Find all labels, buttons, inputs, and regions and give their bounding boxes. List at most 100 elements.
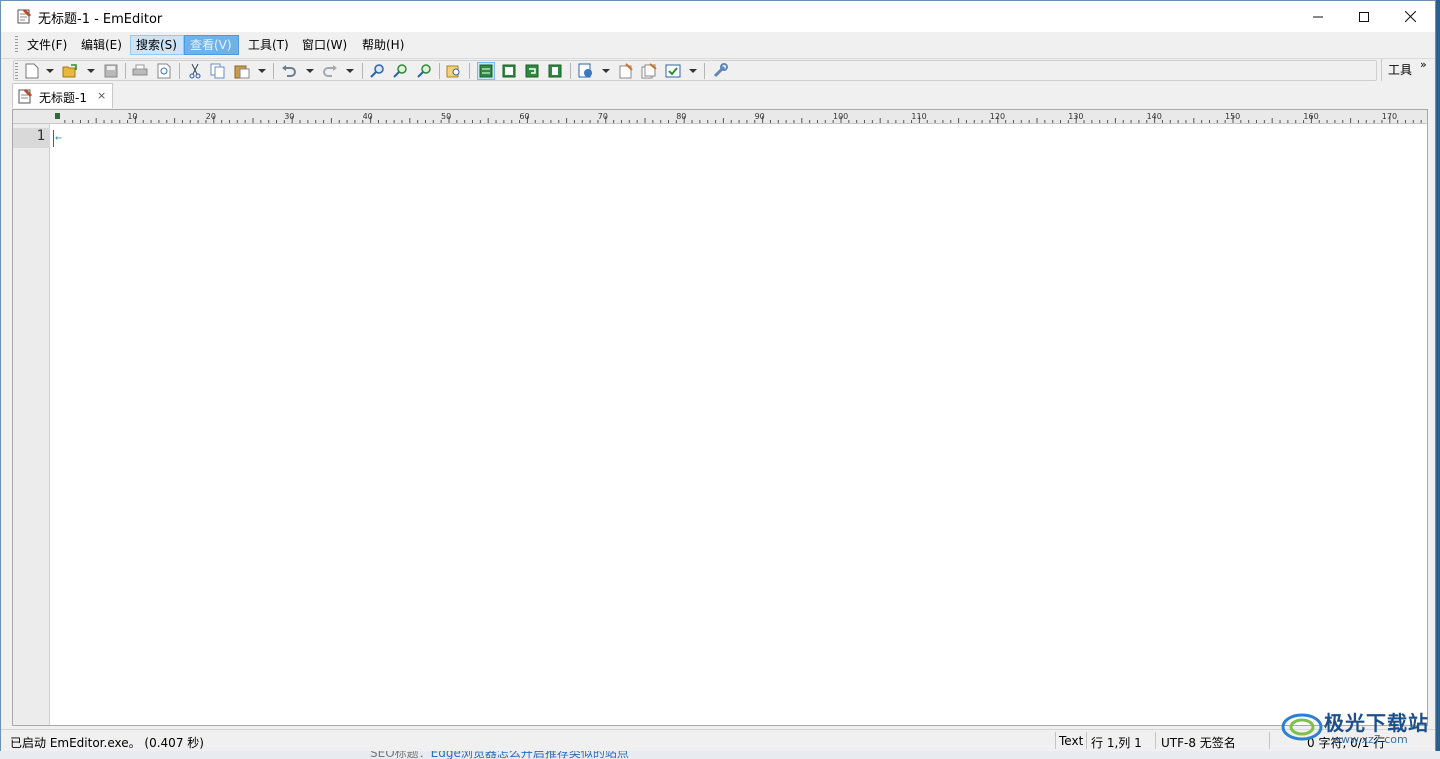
document-tab-strip: 无标题-1 × [1, 82, 1435, 109]
status-divider [1155, 732, 1156, 749]
ruler-label: 80 [676, 112, 686, 121]
menu-help[interactable]: 帮助(H) [357, 35, 409, 55]
customize-icon[interactable] [711, 62, 729, 80]
print-preview-icon[interactable] [155, 62, 173, 80]
save-icon[interactable] [102, 62, 120, 80]
desktop-background-right [1436, 0, 1440, 759]
status-divider [1055, 732, 1056, 749]
encoding-icon[interactable] [577, 62, 595, 80]
status-encoding[interactable]: UTF-8 无签名 [1161, 734, 1236, 751]
toolbar-separator [469, 63, 470, 79]
menu-edit[interactable]: 编辑(E) [76, 35, 127, 55]
find-in-files-icon[interactable] [445, 62, 463, 80]
ruler-label: 60 [519, 112, 529, 121]
tools-toolbar-label[interactable]: 工具 [1388, 61, 1412, 78]
wrap-chars-icon[interactable] [500, 62, 518, 80]
ruler-ticks: 10 20 30 40 50 60 70 80 90 100 110 120 130 140 150 160 1… [55, 112, 1422, 123]
find-previous-icon[interactable] [415, 62, 433, 80]
toolbar-overflow-chevron[interactable]: » [1420, 58, 1427, 71]
open-dropdown[interactable] [87, 69, 95, 73]
wrap-page-icon[interactable] [546, 62, 564, 80]
site-watermark: 极光下载站 www.xz7.com [1280, 705, 1436, 751]
ruler-label: 140 [1147, 112, 1162, 121]
ruler-label: 90 [755, 112, 765, 121]
aurora-logo-icon [1281, 713, 1323, 741]
background-page-strip: SEO标题：Edge浏览器怎么开启推荐类似的站点 [0, 751, 1440, 759]
ruler-label: 150 [1225, 112, 1240, 121]
ruler-label: 120 [990, 112, 1005, 121]
watermark-text: 极光下载站 [1324, 711, 1429, 735]
ruler-label: 170 [1382, 112, 1397, 121]
toolbar-separator [362, 63, 363, 79]
macro-run-icon[interactable] [640, 62, 658, 80]
line-number-gutter[interactable]: 1 [13, 124, 50, 725]
new-file-dropdown[interactable] [46, 69, 54, 73]
text-editing-area[interactable]: ← [51, 124, 1427, 725]
text-caret [53, 130, 54, 147]
paste-dropdown[interactable] [258, 69, 266, 73]
close-button[interactable] [1387, 1, 1433, 32]
tab-untitled-1[interactable]: 无标题-1 × [12, 83, 113, 108]
window-title: 无标题-1 - EmEditor [38, 12, 163, 27]
cut-icon[interactable] [186, 62, 204, 80]
new-file-icon[interactable] [23, 62, 41, 80]
toolbar-separator [439, 63, 440, 79]
notepad-document-icon [17, 88, 33, 107]
wrap-none-icon[interactable] [477, 62, 495, 80]
ruler-label: 70 [598, 112, 608, 121]
paste-icon[interactable] [233, 62, 251, 80]
status-divider [1269, 732, 1270, 749]
properties-dropdown[interactable] [689, 69, 697, 73]
notepad-app-icon [16, 8, 32, 24]
status-cursor-position[interactable]: 行 1,列 1 [1091, 734, 1142, 751]
watermark-url: www.xz7.com [1332, 733, 1408, 746]
tab-close-icon[interactable]: × [97, 89, 106, 102]
ruler-label: 100 [833, 112, 848, 121]
find-icon[interactable] [368, 62, 386, 80]
toolbar-grip[interactable] [15, 63, 18, 79]
menu-search[interactable]: 搜索(S) [130, 35, 184, 55]
background-page-text: SEO标题：Edge浏览器怎么开启推荐类似的站点 [370, 751, 629, 759]
column-ruler: 10 20 30 40 50 60 70 80 90 100 110 120 130 140 150 160 1… [13, 110, 1427, 124]
minimize-button[interactable] [1295, 1, 1341, 32]
ruler-label: 30 [284, 112, 294, 121]
macro-record-icon[interactable] [617, 62, 635, 80]
emeditor-window: 无标题-1 - EmEditor 文件(F) 编辑(E) 搜索(S) 查看(V)… [0, 0, 1436, 751]
ruler-label: 110 [911, 112, 926, 121]
status-bar: 已启动 EmEditor.exe。 (0.407 秒) Text 行 1,列 1… [1, 729, 1435, 751]
tab-label: 无标题-1 [39, 91, 87, 105]
undo-icon[interactable] [280, 62, 298, 80]
menu-view[interactable]: 查看(V) [184, 35, 239, 55]
properties-icon[interactable] [664, 62, 682, 80]
copy-icon[interactable] [209, 62, 227, 80]
menu-bar: 文件(F) 编辑(E) 搜索(S) 查看(V) 工具(T) 窗口(W) 帮助(H… [1, 32, 1435, 57]
menu-file[interactable]: 文件(F) [22, 35, 72, 55]
print-icon[interactable] [131, 62, 149, 80]
encoding-dropdown[interactable] [602, 69, 610, 73]
editor-pane: 10 20 30 40 50 60 70 80 90 100 110 120 130 140 150 160 1… [12, 109, 1428, 726]
toolbar-right-separator [1381, 59, 1382, 81]
toolbar-separator [570, 63, 571, 79]
maximize-button[interactable] [1341, 1, 1387, 32]
end-of-line-mark: ← [55, 131, 62, 144]
redo-icon[interactable] [321, 62, 339, 80]
find-next-icon[interactable] [391, 62, 409, 80]
close-icon [1404, 11, 1416, 22]
background-snippet-label: SEO标题： [370, 751, 431, 759]
minimize-icon [1313, 16, 1323, 17]
line-number: 1 [36, 128, 45, 144]
title-bar: 无标题-1 - EmEditor [1, 1, 1435, 32]
ruler-label: 50 [441, 112, 451, 121]
toolbar-separator [125, 63, 126, 79]
menu-grip[interactable] [15, 36, 18, 53]
menu-tools[interactable]: 工具(T) [243, 35, 294, 55]
open-folder-icon[interactable] [61, 62, 79, 80]
menu-window[interactable]: 窗口(W) [297, 35, 352, 55]
undo-dropdown[interactable] [306, 69, 314, 73]
status-mode[interactable]: Text [1059, 734, 1083, 748]
redo-dropdown[interactable] [346, 69, 354, 73]
status-message: 已启动 EmEditor.exe。 (0.407 秒) [10, 736, 204, 750]
ruler-label: 40 [363, 112, 373, 121]
wrap-window-icon[interactable] [523, 62, 541, 80]
background-snippet-link: Edge浏览器怎么开启推荐类似的站点 [430, 751, 629, 759]
